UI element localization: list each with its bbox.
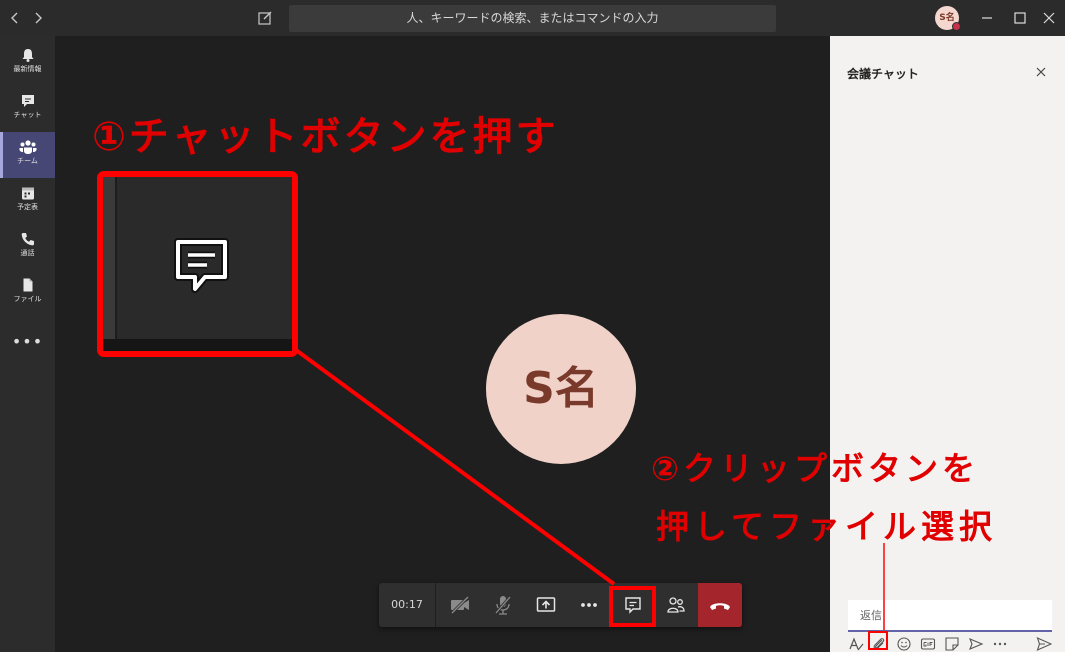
- annotation-step2-line1: ②クリップボタンを: [651, 449, 979, 488]
- attach-button-highlight: [868, 631, 888, 650]
- callout-connector-line: [294, 348, 616, 586]
- chat-button-highlight: [609, 586, 656, 627]
- annotation-lines: [294, 348, 885, 630]
- annotation-step2-line2: 押してファイル選択: [656, 507, 998, 546]
